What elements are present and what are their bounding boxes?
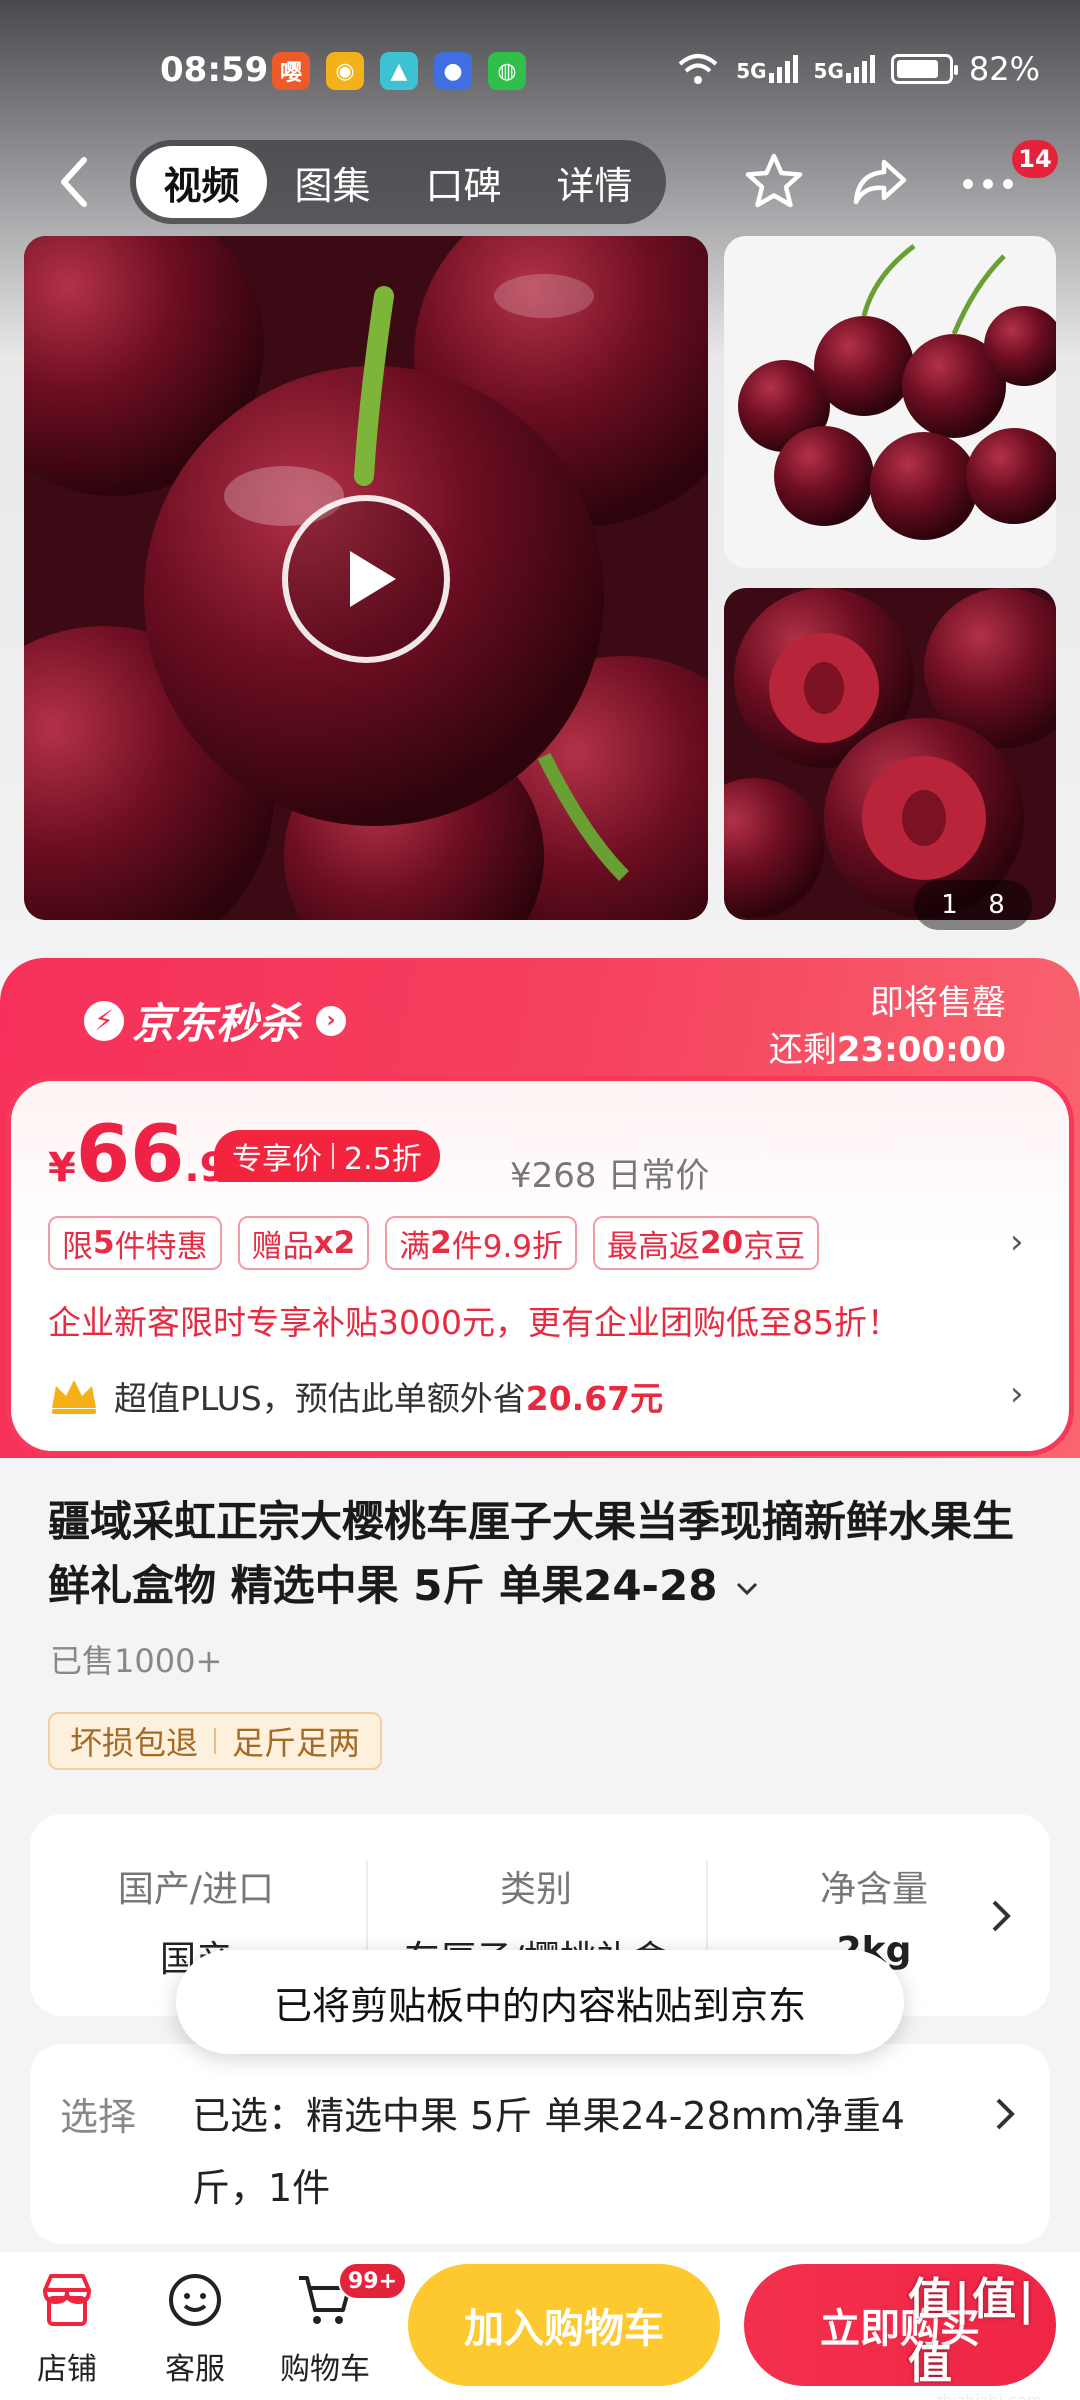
shop-icon bbox=[43, 2274, 91, 2326]
countdown: 还剩23:00:00 bbox=[769, 1022, 1006, 1071]
image-counter-total: 8 bbox=[988, 890, 1005, 920]
crown-icon bbox=[52, 1380, 96, 1414]
message-badge: 14 bbox=[1012, 140, 1058, 178]
promo-tag: 赠品 x2 bbox=[237, 1216, 370, 1270]
network-5g-1: 5G bbox=[736, 55, 798, 83]
service-icon bbox=[169, 2274, 221, 2326]
promo-tag: 限 5 件特惠 bbox=[48, 1216, 222, 1270]
battery-percent: 82% bbox=[968, 50, 1040, 88]
product-title[interactable]: 疆域采虹正宗大樱桃车厘子大果当季现摘新鲜水果生鲜礼盒物 精选中果 5斤 单果24… bbox=[48, 1490, 1028, 1618]
watermark-url: zhizhizhi.com bbox=[933, 2390, 1043, 2400]
seckill-price: ¥ 66 .9 bbox=[48, 1116, 227, 1194]
seckill-logo[interactable]: ⚡ 京东秒杀 › bbox=[84, 990, 347, 1051]
tab-gallery[interactable]: 图集 bbox=[267, 146, 398, 218]
plus-text: 超值PLUS，预估此单额外省 bbox=[114, 1379, 526, 1418]
image-counter: 1 8 bbox=[914, 880, 1032, 930]
exclusive-label: 专享价 bbox=[232, 1142, 322, 1177]
promo-tag: 满 2 件9.9折 bbox=[385, 1216, 578, 1270]
notification-app-icon: 嘤 bbox=[272, 52, 310, 90]
promo-tag: 最高返 20 京豆 bbox=[593, 1216, 820, 1270]
promo-tags[interactable]: 限 5 件特惠 赠品 x2 满 2 件9.9折 最高返 20 京豆 bbox=[48, 1216, 820, 1270]
camel-app-icon: ▲ bbox=[380, 52, 418, 90]
signal-icon bbox=[768, 55, 798, 83]
more-icon[interactable] bbox=[956, 150, 1020, 214]
cart-badge: 99+ bbox=[338, 2262, 408, 2300]
price-currency: ¥ bbox=[48, 1145, 76, 1191]
play-button[interactable] bbox=[282, 495, 450, 663]
chevron-right-icon[interactable]: › bbox=[1010, 1222, 1024, 1262]
wifi-icon bbox=[678, 54, 718, 84]
watermark: 值|值|值 zhizhizhi.com bbox=[908, 2272, 1068, 2400]
watermark-logo: 值|值|值 bbox=[908, 2273, 1037, 2389]
chevron-right-icon: › bbox=[316, 1005, 347, 1036]
product-image-3[interactable] bbox=[724, 588, 1056, 920]
price-integer: 66 bbox=[75, 1110, 185, 1200]
guarantee-item: 足斤足两 bbox=[232, 1724, 361, 1762]
tab-details[interactable]: 详情 bbox=[529, 146, 660, 218]
guarantee-item: 坏损包退 bbox=[70, 1724, 199, 1762]
shop-label: 店铺 bbox=[37, 2352, 97, 2387]
play-icon bbox=[350, 551, 396, 607]
chat-app-icon: ◍ bbox=[488, 52, 526, 90]
daily-price-value: ¥268 bbox=[510, 1156, 597, 1196]
signal-icon bbox=[845, 55, 875, 83]
enterprise-promo[interactable]: 企业新客限时专享补贴3000元，更有企业团购低至85折！ bbox=[48, 1296, 900, 1344]
spec-label: 类别 bbox=[499, 1869, 572, 1910]
product-image-2[interactable] bbox=[724, 236, 1056, 568]
add-to-cart-button[interactable]: 加入购物车 bbox=[408, 2264, 720, 2386]
status-indicators: 5G 5G 82% bbox=[676, 50, 1040, 88]
plus-amount: 20.67元 bbox=[525, 1379, 664, 1418]
battery-icon bbox=[890, 54, 958, 84]
star-icon[interactable] bbox=[742, 150, 806, 214]
service-guarantees[interactable]: 坏损包退 足斤足两 bbox=[48, 1712, 383, 1770]
divider bbox=[332, 1143, 334, 1169]
baidu-icon: ● bbox=[434, 52, 472, 90]
daily-price: ¥268 日常价 bbox=[510, 1148, 709, 1197]
discount-rate: 2.5折 bbox=[344, 1142, 422, 1177]
selection-value: 已选：精选中果 5斤 单果24-28mm净重4斤，1件 bbox=[192, 2094, 905, 2210]
sellout-notice: 即将售罄 bbox=[870, 983, 1006, 1023]
countdown-prefix: 还剩 bbox=[768, 1030, 837, 1070]
share-icon[interactable] bbox=[848, 150, 912, 214]
network-5g-2: 5G bbox=[814, 55, 875, 83]
product-title-text: 疆域采虹正宗大樱桃车厘子大果当季现摘新鲜水果生鲜礼盒物 精选中果 5斤 单果24… bbox=[48, 1497, 1015, 1610]
cart-label: 购物车 bbox=[280, 2352, 370, 2387]
chevron-right-icon[interactable]: › bbox=[1010, 1374, 1024, 1414]
exclusive-price-badge: 专享价 2.5折 bbox=[214, 1130, 440, 1182]
shop-button[interactable]: 店铺 bbox=[12, 2268, 122, 2388]
chevron-right-icon[interactable] bbox=[990, 2094, 1020, 2134]
customer-service-button[interactable]: 客服 bbox=[140, 2268, 250, 2388]
status-bar: 08:59 嘤 ◉ ▲ ● ◍ 5G 5G 82% bbox=[0, 0, 1080, 140]
daily-price-label: 日常价 bbox=[607, 1156, 710, 1196]
plus-savings[interactable]: 超值PLUS，预估此单额外省 20.67元 bbox=[48, 1372, 663, 1420]
weibo-icon: ◉ bbox=[326, 52, 364, 90]
service-label: 客服 bbox=[165, 2352, 225, 2387]
image-counter-current: 1 bbox=[941, 890, 958, 920]
media-tabs: 视频 图集 口碑 详情 bbox=[130, 140, 666, 224]
chevron-down-icon[interactable] bbox=[732, 1574, 762, 1604]
countdown-time: 23:00:00 bbox=[836, 1030, 1006, 1070]
tab-video[interactable]: 视频 bbox=[136, 146, 267, 218]
clipboard-toast: 已将剪贴板中的内容粘贴到京东 bbox=[176, 1950, 904, 2054]
spec-label: 国产/进口 bbox=[117, 1869, 275, 1910]
lightning-icon: ⚡ bbox=[84, 1000, 124, 1041]
tab-reviews[interactable]: 口碑 bbox=[398, 146, 529, 218]
status-time: 08:59 bbox=[160, 50, 269, 90]
back-icon[interactable] bbox=[50, 150, 98, 214]
divider bbox=[214, 1728, 217, 1754]
selection-label: 选择 bbox=[60, 2095, 137, 2139]
seckill-brand: 京东秒杀 bbox=[132, 999, 301, 1048]
sold-count: 已售1000+ bbox=[50, 1642, 223, 1680]
chevron-right-icon[interactable] bbox=[986, 1896, 1016, 1936]
